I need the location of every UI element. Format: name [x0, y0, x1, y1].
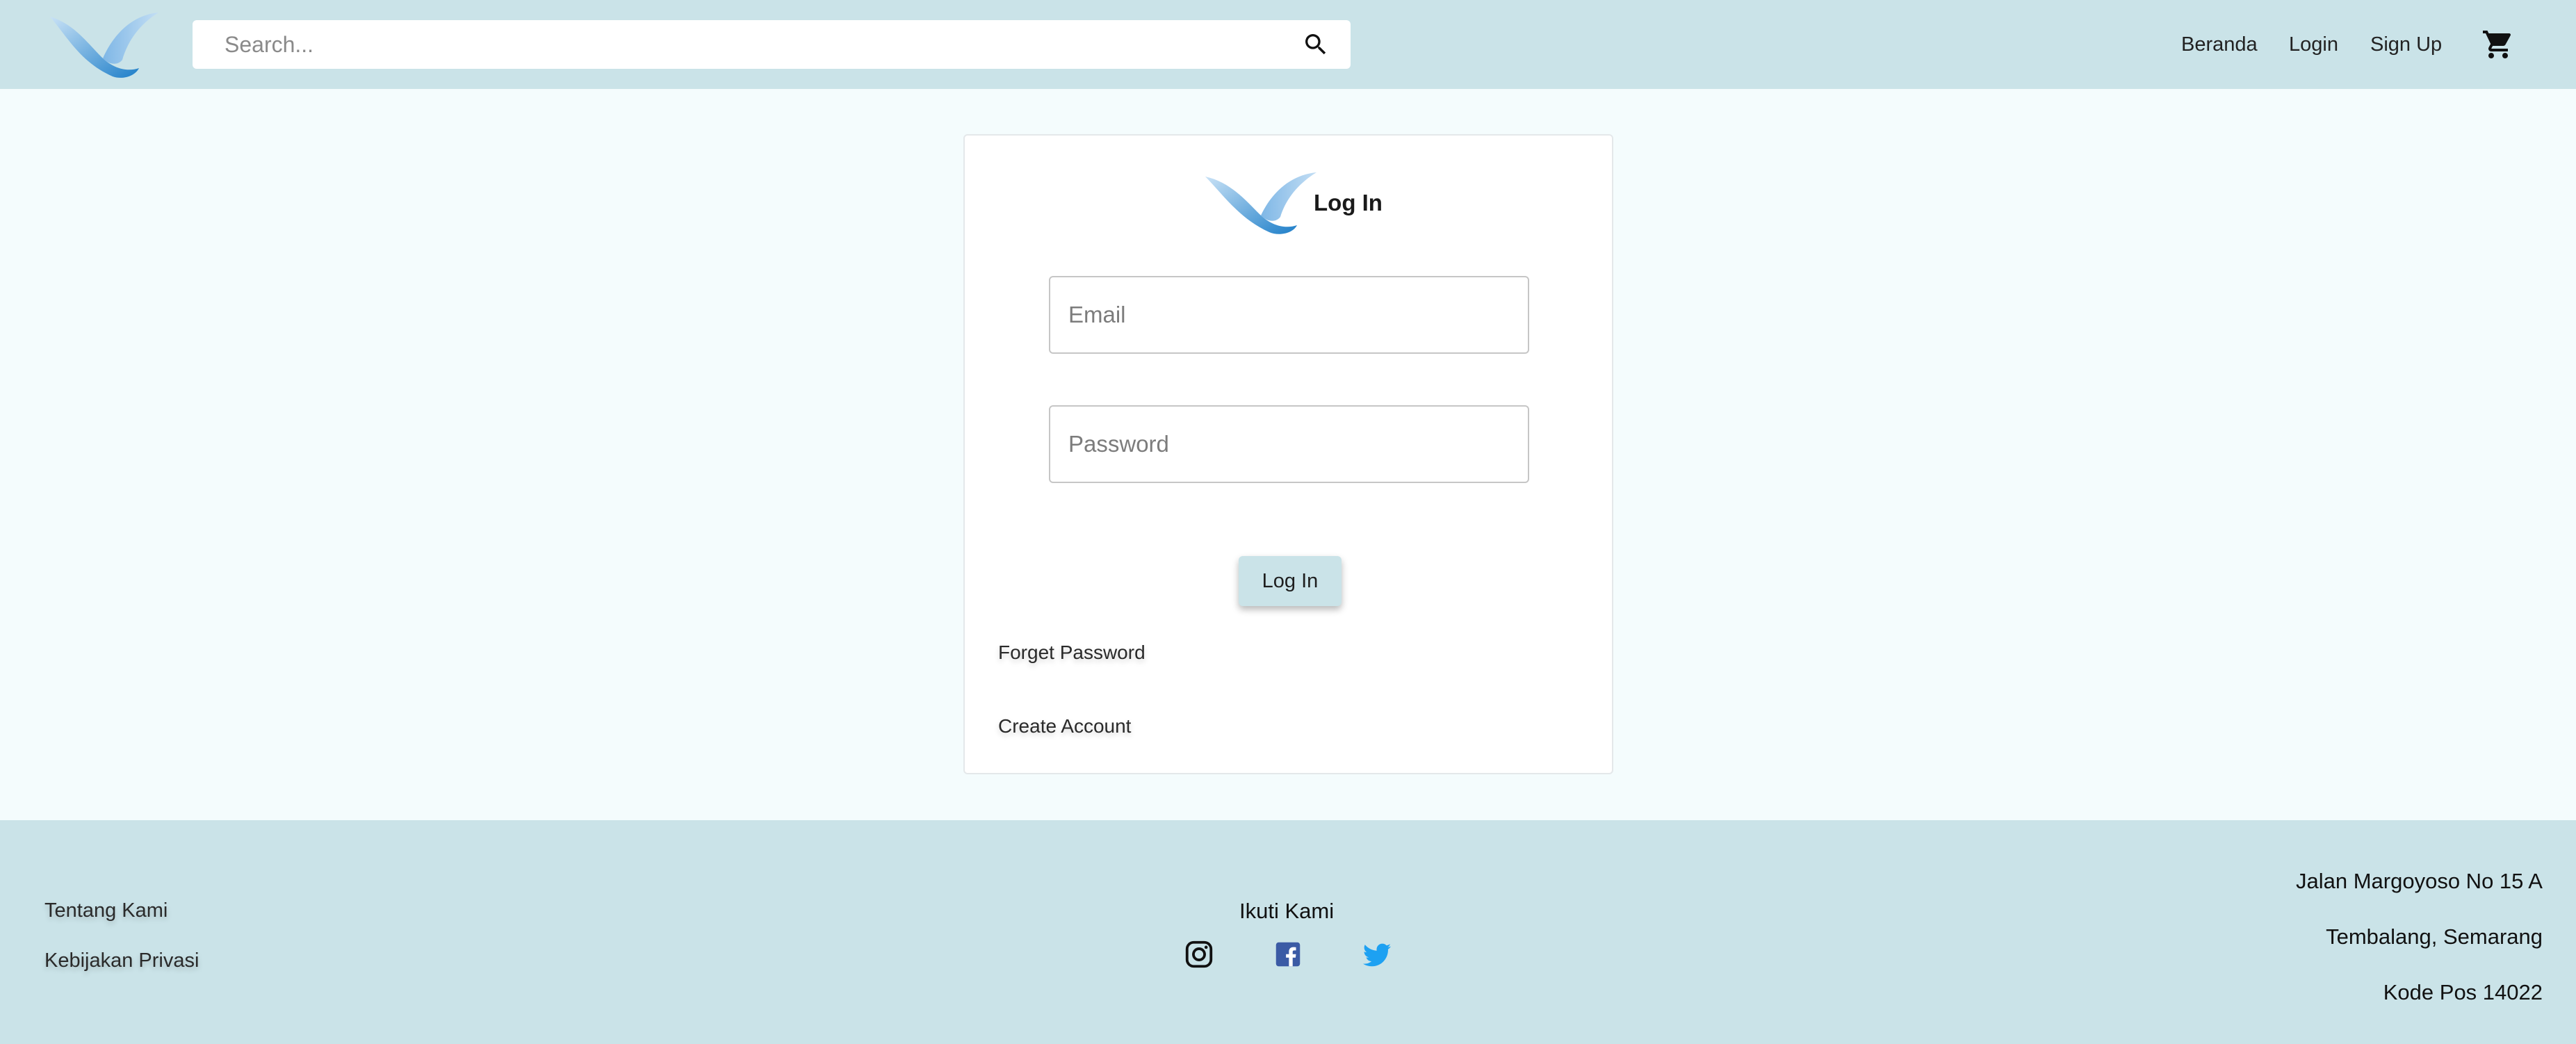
privacy-policy-link[interactable]: Kebijakan Privasi	[44, 949, 199, 972]
follow-us-title: Ikuti Kami	[1239, 899, 1335, 923]
about-us-link[interactable]: Tentang Kami	[44, 899, 168, 922]
bird-logo-icon[interactable]	[46, 8, 161, 81]
nav-login-link[interactable]: Login	[2289, 33, 2338, 56]
create-account-link[interactable]: Create Account	[998, 715, 1131, 737]
address-city: Tembalang, Semarang	[2326, 924, 2543, 949]
email-input[interactable]	[1050, 277, 1528, 352]
cart-icon[interactable]	[2481, 28, 2515, 61]
search-box	[193, 20, 1351, 69]
password-field	[1049, 405, 1529, 483]
header: Beranda Login Sign Up	[0, 0, 2576, 89]
forgot-password-link[interactable]: Forget Password	[998, 642, 1146, 664]
nav-signup-link[interactable]: Sign Up	[2370, 33, 2442, 56]
search-icon[interactable]	[1302, 31, 1330, 58]
password-input[interactable]	[1050, 407, 1528, 482]
nav-home-link[interactable]: Beranda	[2181, 33, 2258, 56]
twitter-icon[interactable]	[1361, 938, 1393, 970]
login-card: Log In Log In Forget Password Create Acc…	[963, 134, 1613, 774]
bird-logo-icon	[1205, 172, 1316, 234]
footer: Tentang Kami Kebijakan Privasi Ikuti Kam…	[0, 820, 2576, 1044]
login-title: Log In	[1314, 190, 1383, 215]
login-button[interactable]: Log In	[1239, 556, 1342, 606]
email-field	[1049, 276, 1529, 354]
search-input[interactable]	[225, 20, 1267, 69]
instagram-icon[interactable]	[1183, 938, 1215, 970]
facebook-icon[interactable]	[1272, 938, 1304, 970]
address-postal-code: Kode Pos 14022	[2383, 980, 2543, 1004]
address-street: Jalan Margoyoso No 15 A	[2296, 869, 2543, 893]
